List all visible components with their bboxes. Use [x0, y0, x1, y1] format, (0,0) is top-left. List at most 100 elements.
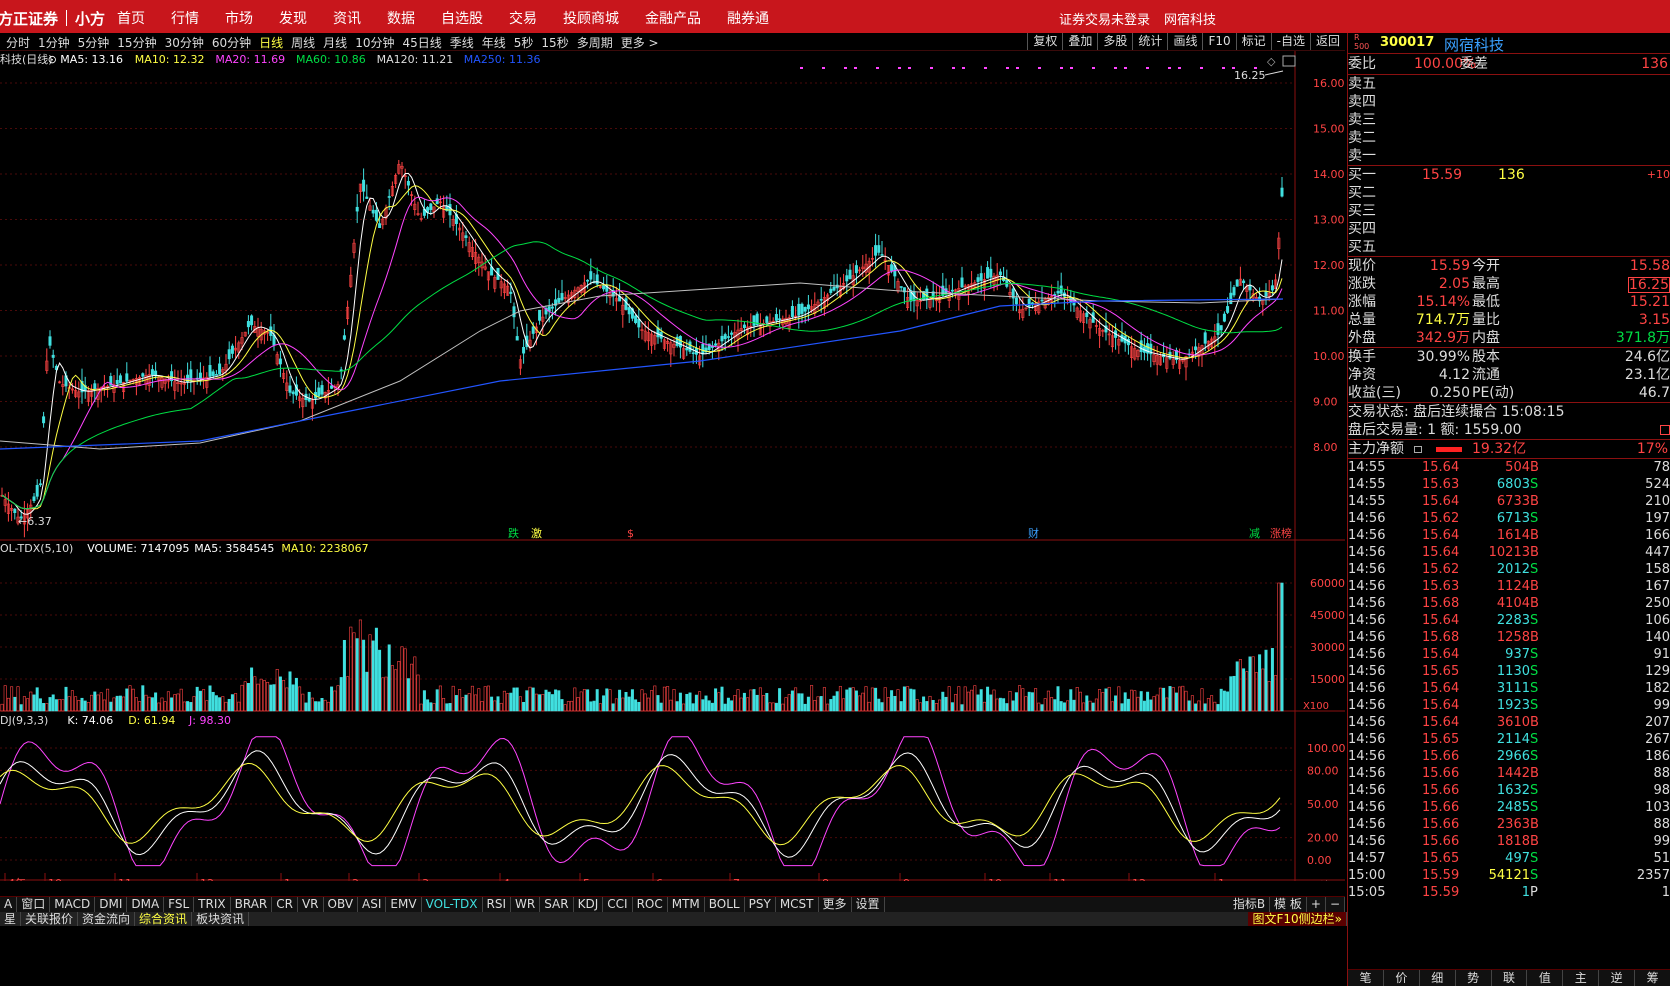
topnav-item-10[interactable]: 融券通 [714, 0, 782, 33]
event-mark[interactable]: 财 [1028, 526, 1039, 540]
period-tab-2[interactable]: 5分钟 [74, 34, 114, 51]
side-tab-6[interactable]: 主 [1563, 970, 1600, 986]
period-tab-8[interactable]: 月线 [319, 34, 351, 51]
topnav-item-9[interactable]: 金融产品 [632, 0, 714, 33]
period-tab-1[interactable]: 1分钟 [34, 34, 74, 51]
period-tab-14[interactable]: 15秒 [537, 34, 572, 51]
login-status-link[interactable]: 证券交易未登录 [1052, 0, 1157, 33]
period-tab-9[interactable]: 10分钟 [351, 34, 398, 51]
indicator-tab-8[interactable]: CR [272, 897, 298, 912]
footer-tab-2[interactable]: 资金流向 [78, 912, 136, 926]
event-mark[interactable]: 跌 [508, 526, 519, 540]
period-tab-10[interactable]: 45日线 [398, 34, 445, 51]
period-tab-7[interactable]: 周线 [287, 34, 319, 51]
indicator-tab-20[interactable]: MTM [668, 897, 705, 912]
indicator-tab-4[interactable]: DMA [127, 897, 165, 912]
period-tab-12[interactable]: 年线 [478, 34, 510, 51]
topnav-item-5[interactable]: 数据 [374, 0, 428, 33]
indicator-tab-15[interactable]: WR [511, 897, 541, 912]
footer-tab-3[interactable]: 综合资讯 [135, 912, 193, 926]
indicator-tab-17[interactable]: KDJ [574, 897, 604, 912]
footer-tab-4[interactable]: 板块资讯 [192, 912, 250, 926]
indicator-tab-2[interactable]: MACD [50, 897, 96, 912]
side-tab-1[interactable]: 价 [1384, 970, 1420, 986]
event-mark[interactable]: 激 [531, 526, 542, 540]
indicator-tab-24[interactable]: 更多 [819, 897, 852, 912]
tool-button-5[interactable]: F10 [1202, 33, 1235, 50]
f10-sidebar-toggle[interactable]: 图文F10侧边栏» [1248, 912, 1347, 926]
tool-button-7[interactable]: -自选 [1270, 33, 1310, 50]
indicator-tab-18[interactable]: CCI [603, 897, 633, 912]
period-tab-3[interactable]: 15分钟 [113, 34, 160, 51]
side-tab-3[interactable]: 势 [1456, 970, 1492, 986]
footer-tab-0[interactable]: 星 [0, 912, 22, 926]
stock-name[interactable]: 网宿科技 [1444, 34, 1504, 55]
current-stock-link[interactable]: 网宿科技 [1157, 0, 1223, 33]
indicator-right-2[interactable]: + [1307, 897, 1326, 912]
indicator-tab-22[interactable]: PSY [745, 897, 776, 912]
indicator-tab-21[interactable]: BOLL [705, 897, 745, 912]
tool-button-2[interactable]: 多股 [1097, 33, 1132, 50]
indicator-tab-14[interactable]: RSI [483, 897, 512, 912]
period-tab-5[interactable]: 60分钟 [208, 34, 255, 51]
diamond-icon[interactable]: ◇ [1267, 55, 1276, 68]
kline-chart-area[interactable]: 16.00 15.00 14.00 13.00 12.00 11.00 10.00 9.00 8… [0, 51, 1346, 894]
indicator-tab-25[interactable]: 设置 [852, 897, 885, 912]
topnav-item-3[interactable]: 发现 [266, 0, 320, 33]
footer-tab-1[interactable]: 关联报价 [21, 912, 79, 926]
topnav-item-8[interactable]: 投顾商城 [550, 0, 632, 33]
topnav-item-0[interactable]: 首页 [104, 0, 158, 33]
indicator-tab-11[interactable]: ASI [358, 897, 387, 912]
after-hours-icon[interactable] [1660, 425, 1670, 435]
period-tab-6[interactable]: 日线 [255, 34, 287, 51]
volume-bar [918, 702, 922, 712]
period-tab-4[interactable]: 30分钟 [161, 34, 208, 51]
indicator-tab-16[interactable]: SAR [540, 897, 574, 912]
indicator-tab-23[interactable]: MCST [776, 897, 819, 912]
indicator-tab-9[interactable]: VR [298, 897, 324, 912]
indicator-tab-0[interactable]: A [0, 897, 18, 912]
side-tab-0[interactable]: 笔 [1348, 970, 1384, 986]
event-mark[interactable]: 减 [1249, 527, 1260, 540]
side-tab-7[interactable]: 逆 [1599, 970, 1636, 986]
tool-button-1[interactable]: 叠加 [1062, 33, 1097, 50]
period-tab-16[interactable]: 更多 > [617, 34, 663, 51]
indicator-tab-7[interactable]: BRAR [231, 897, 273, 912]
tool-button-4[interactable]: 画线 [1167, 33, 1202, 50]
indicator-tab-10[interactable]: OBV [324, 897, 359, 912]
tick-price: 15.64 [1422, 460, 1460, 475]
indicator-right-3[interactable]: − [1326, 897, 1345, 912]
tick-list[interactable]: 14:55 15.64 504 B 78 14:55 15.63 6803 S 524 14:55 1… [1348, 459, 1670, 901]
kline-chart-svg[interactable]: 16.0015.0014.0013.0012.0011.0010.009.008… [0, 51, 1346, 894]
event-mark[interactable]: $ [627, 527, 634, 540]
topnav-item-4[interactable]: 资讯 [320, 0, 374, 33]
tool-button-6[interactable]: 标记 [1235, 33, 1271, 50]
indicator-tab-12[interactable]: EMV [386, 897, 422, 912]
topnav-item-6[interactable]: 自选股 [428, 0, 496, 33]
indicator-tab-1[interactable]: 窗口 [17, 897, 51, 912]
period-tab-15[interactable]: 多周期 [573, 34, 617, 51]
topnav-item-2[interactable]: 市场 [212, 0, 266, 33]
indicator-tab-19[interactable]: ROC [633, 897, 668, 912]
topnav-item-1[interactable]: 行情 [158, 0, 212, 33]
period-tab-0[interactable]: 分时 [2, 34, 34, 51]
side-tab-8[interactable]: 筹 [1635, 970, 1670, 986]
period-tab-11[interactable]: 季线 [446, 34, 478, 51]
tool-button-0[interactable]: 复权 [1027, 33, 1062, 50]
side-tab-5[interactable]: 值 [1527, 970, 1564, 986]
event-mark[interactable]: 涨榜 [1270, 526, 1292, 540]
topnav-item-7[interactable]: 交易 [496, 0, 550, 33]
tool-button-8[interactable]: 返回 [1309, 33, 1345, 50]
indicator-tab-6[interactable]: TRIX [194, 897, 231, 912]
tool-button-3[interactable]: 统计 [1132, 33, 1167, 50]
chart-expand-icon[interactable] [1282, 55, 1296, 67]
indicator-tab-3[interactable]: DMI [95, 897, 128, 912]
indicator-right-0[interactable]: 指标B [1229, 897, 1271, 912]
indicator-right-1[interactable]: 模 板 [1270, 897, 1307, 912]
indicator-tab-13[interactable]: VOL-TDX [422, 897, 483, 912]
period-tab-13[interactable]: 5秒 [510, 34, 538, 51]
side-tab-2[interactable]: 细 [1420, 970, 1456, 986]
main-flow-info-icon[interactable] [1414, 446, 1422, 453]
side-tab-4[interactable]: 联 [1492, 970, 1528, 986]
indicator-tab-5[interactable]: FSL [164, 897, 195, 912]
